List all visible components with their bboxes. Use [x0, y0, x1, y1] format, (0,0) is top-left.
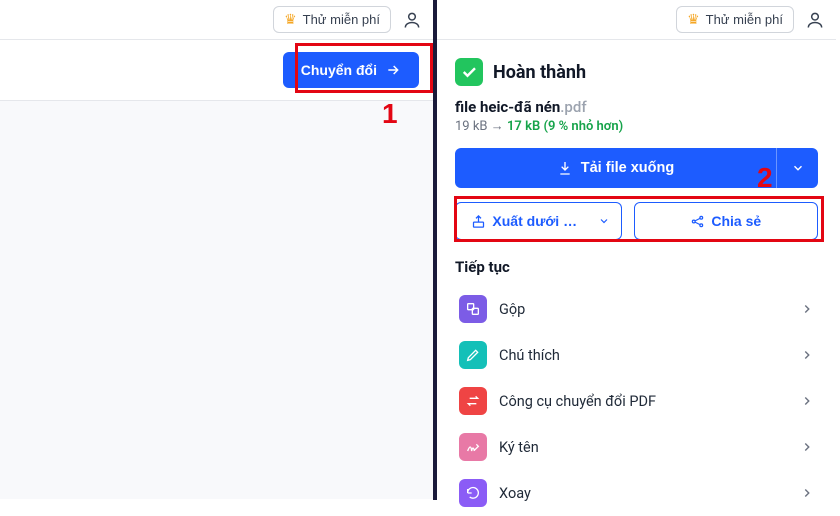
try-free-button[interactable]: ♛ Thử miễn phí: [273, 6, 391, 33]
chevron-down-icon: [791, 161, 805, 175]
share-button[interactable]: Chia sẻ: [634, 202, 819, 240]
file-name-row: file heic-đã nén.pdf: [455, 98, 818, 116]
export-button[interactable]: Xuất dưới …: [455, 202, 594, 240]
file-name: file heic-đã nén: [455, 98, 560, 116]
download-icon: [557, 160, 573, 176]
size-new: 17 kB: [507, 119, 540, 134]
swap-icon: [459, 387, 487, 415]
arrow-icon: →: [491, 119, 504, 134]
continue-item-label: Xoay: [499, 485, 531, 502]
chevron-right-icon: [800, 394, 814, 408]
sign-icon: [459, 433, 487, 461]
left-panel: ♛ Thử miễn phí Chuyển đổi 1: [0, 0, 437, 500]
export-group: Xuất dưới …: [455, 202, 622, 240]
right-panel: ♛ Thử miễn phí Hoàn thành file heic-đã n…: [437, 0, 836, 500]
export-label: Xuất dưới …: [492, 213, 577, 229]
chevron-right-icon: [800, 302, 814, 316]
crown-icon: ♛: [687, 11, 700, 28]
download-button[interactable]: Tải file xuống: [455, 148, 776, 188]
size-old: 19 kB: [455, 119, 488, 134]
status-title: Hoàn thành: [493, 62, 586, 83]
convert-button[interactable]: Chuyển đổi: [283, 52, 419, 88]
share-icon: [690, 214, 705, 229]
continue-list: Gộp Chú thích Công cụ chuyển đổi PDF Ký tên…: [455, 286, 818, 516]
continue-item-label: Chú thích: [499, 347, 560, 364]
download-row: Tải file xuống: [455, 148, 818, 188]
arrow-right-icon: [385, 62, 401, 78]
download-label: Tải file xuống: [581, 160, 674, 176]
header-right: ♛ Thử miễn phí: [437, 0, 836, 40]
pencil-icon: [459, 341, 487, 369]
merge-icon: [459, 295, 487, 323]
continue-title: Tiếp tục: [455, 258, 818, 276]
continue-item-label: Công cụ chuyển đổi PDF: [499, 393, 656, 410]
chevron-right-icon: [800, 486, 814, 500]
size-percent: (9 % nhỏ hơn): [543, 119, 623, 134]
file-extension: .pdf: [560, 98, 586, 116]
download-options-button[interactable]: [776, 148, 818, 188]
export-icon: [471, 214, 486, 229]
try-free-label: Thử miễn phí: [303, 12, 380, 27]
try-free-button[interactable]: ♛ Thử miễn phí: [676, 6, 794, 33]
continue-item[interactable]: Ký tên: [455, 424, 818, 470]
convert-label: Chuyển đổi: [301, 62, 377, 78]
continue-item-label: Gộp: [499, 301, 525, 318]
left-content-area: [0, 101, 433, 499]
check-icon: [455, 58, 483, 86]
chevron-down-icon: [598, 215, 610, 227]
continue-item[interactable]: Gộp: [455, 286, 818, 332]
chevron-right-icon: [800, 348, 814, 362]
header-left: ♛ Thử miễn phí: [0, 0, 433, 40]
file-size-row: 19 kB → 17 kB (9 % nhỏ hơn): [455, 118, 818, 134]
status-row: Hoàn thành: [455, 58, 818, 86]
continue-item-label: Ký tên: [499, 439, 539, 456]
convert-toolbar: Chuyển đổi: [0, 40, 433, 101]
share-label: Chia sẻ: [711, 213, 761, 229]
user-icon[interactable]: [798, 3, 832, 37]
try-free-label: Thử miễn phí: [706, 12, 783, 27]
export-options-button[interactable]: [588, 202, 622, 240]
rotate-icon: [459, 479, 487, 507]
crown-icon: ♛: [284, 11, 297, 28]
continue-item[interactable]: Công cụ chuyển đổi PDF: [455, 378, 818, 424]
chevron-right-icon: [800, 440, 814, 454]
user-icon[interactable]: [395, 3, 429, 37]
right-content: Hoàn thành file heic-đã nén.pdf 19 kB → …: [437, 40, 836, 516]
continue-item[interactable]: Chú thích: [455, 332, 818, 378]
secondary-actions-row: Xuất dưới … Chia sẻ: [455, 202, 818, 240]
continue-item[interactable]: Xoay: [455, 470, 818, 516]
